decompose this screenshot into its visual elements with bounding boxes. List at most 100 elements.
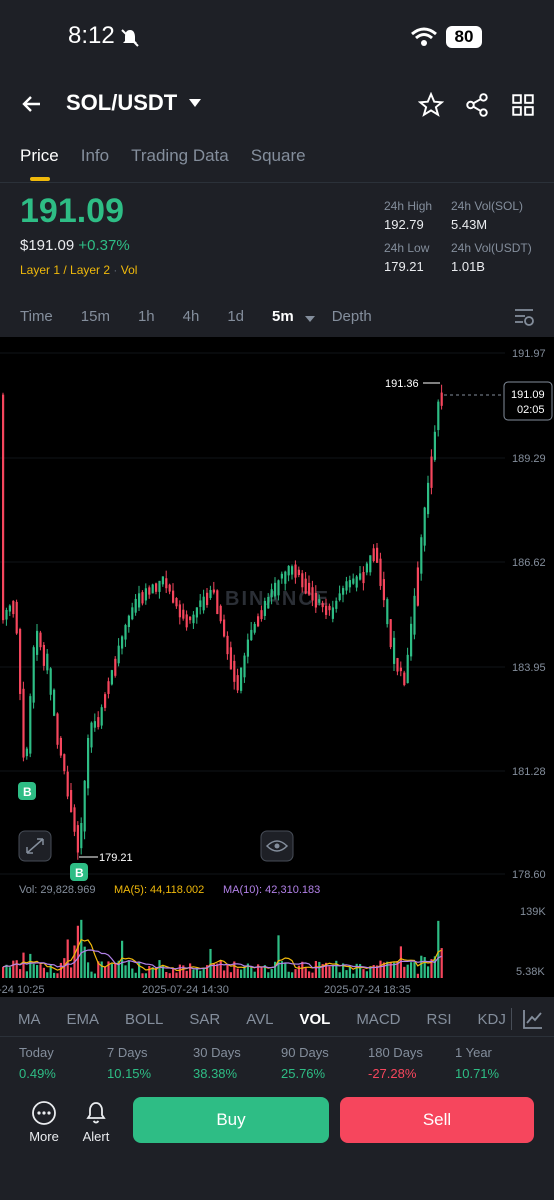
- tab-info[interactable]: Info: [81, 146, 109, 166]
- indicator-kdj[interactable]: KDJ: [478, 1011, 506, 1028]
- candle-body: [134, 598, 137, 613]
- perf-value: 10.71%: [455, 1066, 500, 1081]
- chart-settings-icon[interactable]: [513, 306, 535, 328]
- candle-body: [331, 607, 334, 619]
- candle-body: [59, 737, 62, 756]
- indicator-rsi[interactable]: RSI: [426, 1011, 451, 1028]
- low-value: 179.21: [384, 259, 424, 274]
- volume-bar: [260, 966, 263, 978]
- candle-body: [236, 675, 239, 691]
- perf-label: 7 Days: [107, 1045, 148, 1060]
- candle-body: [53, 689, 56, 716]
- tab-trading-data[interactable]: Trading Data: [131, 146, 229, 166]
- candle-body: [274, 582, 277, 597]
- candle-body: [182, 609, 185, 619]
- price-chart[interactable]: BINANCE 191.97 189.29 186.62 183.95 181.…: [0, 337, 554, 997]
- interval-1d[interactable]: 1d: [227, 308, 244, 327]
- share-icon[interactable]: [464, 92, 490, 118]
- star-icon[interactable]: [418, 92, 444, 118]
- volume-bar: [36, 965, 39, 978]
- volume-bar: [311, 972, 314, 978]
- perf-label: 1 Year: [455, 1045, 492, 1060]
- candle-body: [36, 630, 39, 655]
- perf-180d: 180 Days -27.28%: [368, 1045, 423, 1081]
- volume-bar: [53, 972, 56, 978]
- volume-bar: [185, 970, 188, 978]
- candle-body: [127, 615, 130, 628]
- more-button[interactable]: More: [22, 1100, 66, 1144]
- alert-button[interactable]: Alert: [74, 1100, 118, 1144]
- candle-body: [121, 636, 124, 649]
- volume-bar: [386, 961, 389, 978]
- volume-bar: [87, 962, 90, 978]
- alert-label: Alert: [82, 1129, 110, 1144]
- indicator-macd[interactable]: MACD: [356, 1011, 400, 1028]
- volume-bar: [348, 966, 351, 978]
- interval-4h[interactable]: 4h: [183, 308, 200, 327]
- pair-title[interactable]: SOL/USDT: [66, 90, 177, 116]
- candle-body: [80, 823, 83, 849]
- candle-body: [420, 537, 423, 574]
- candle-body: [5, 609, 8, 620]
- candle-body: [39, 632, 42, 648]
- buy-button[interactable]: Buy: [133, 1097, 329, 1143]
- indicator-avl[interactable]: AVL: [246, 1011, 273, 1028]
- candle-body: [148, 587, 151, 595]
- candle-body: [325, 605, 328, 615]
- grid-icon[interactable]: [510, 92, 536, 118]
- candle-body: [107, 681, 110, 694]
- interval-5m[interactable]: 5m: [272, 308, 294, 327]
- buy-marker-label: B: [23, 785, 32, 799]
- usd-price: $191.09: [20, 237, 75, 254]
- interval-caret-icon[interactable]: [304, 311, 316, 327]
- volume-bar: [270, 969, 273, 978]
- candle-body: [178, 604, 181, 618]
- volume-bar: [226, 964, 229, 978]
- candle-body: [406, 654, 409, 684]
- candle-body: [430, 456, 433, 488]
- candle-body: [141, 592, 144, 604]
- candle-body: [304, 578, 307, 594]
- candle-body: [195, 607, 198, 618]
- y-tick: 186.62: [512, 557, 546, 569]
- interval-time[interactable]: Time: [20, 308, 53, 327]
- candle-body: [284, 571, 287, 584]
- candle-body: [328, 605, 331, 611]
- candle-body: [2, 394, 5, 621]
- interval-depth[interactable]: Depth: [332, 308, 372, 327]
- volume-bar: [93, 973, 96, 978]
- volume-bar: [314, 960, 317, 978]
- caret-down-icon[interactable]: [188, 96, 202, 110]
- candle-body: [372, 548, 375, 561]
- perf-label: Today: [19, 1045, 54, 1060]
- tag-vol[interactable]: Vol: [121, 263, 138, 277]
- back-arrow-icon[interactable]: [20, 92, 44, 116]
- candle-body: [345, 581, 348, 591]
- candle-body: [192, 614, 195, 624]
- interval-15m[interactable]: 15m: [81, 308, 110, 327]
- candle-body: [260, 610, 263, 620]
- volume-bar: [362, 969, 365, 978]
- indicator-boll[interactable]: BOLL: [125, 1011, 163, 1028]
- sell-button[interactable]: Sell: [340, 1097, 534, 1143]
- indicator-vol[interactable]: VOL: [299, 1011, 330, 1028]
- candle-body: [352, 578, 355, 584]
- volume-bar: [110, 963, 113, 978]
- interval-1h[interactable]: 1h: [138, 308, 155, 327]
- indicator-sar[interactable]: SAR: [189, 1011, 220, 1028]
- tag-layer[interactable]: Layer 1 / Layer 2: [20, 263, 110, 277]
- tab-price[interactable]: Price: [20, 146, 59, 166]
- volume-bar: [25, 971, 28, 978]
- ma5-label: MA(5): 44,118.002: [114, 884, 204, 896]
- volume-bar: [158, 960, 161, 978]
- perf-90d: 90 Days 25.76%: [281, 1045, 329, 1081]
- low-marker: 179.21: [99, 852, 133, 864]
- candle-body: [280, 573, 283, 579]
- candle-body: [308, 582, 311, 595]
- indicator-chart-icon[interactable]: [522, 1008, 544, 1030]
- tab-square[interactable]: Square: [251, 146, 306, 166]
- candle-body: [168, 584, 171, 592]
- indicator-ema[interactable]: EMA: [67, 1011, 100, 1028]
- indicator-ma[interactable]: MA: [18, 1011, 41, 1028]
- high-label: 24h High: [384, 199, 433, 213]
